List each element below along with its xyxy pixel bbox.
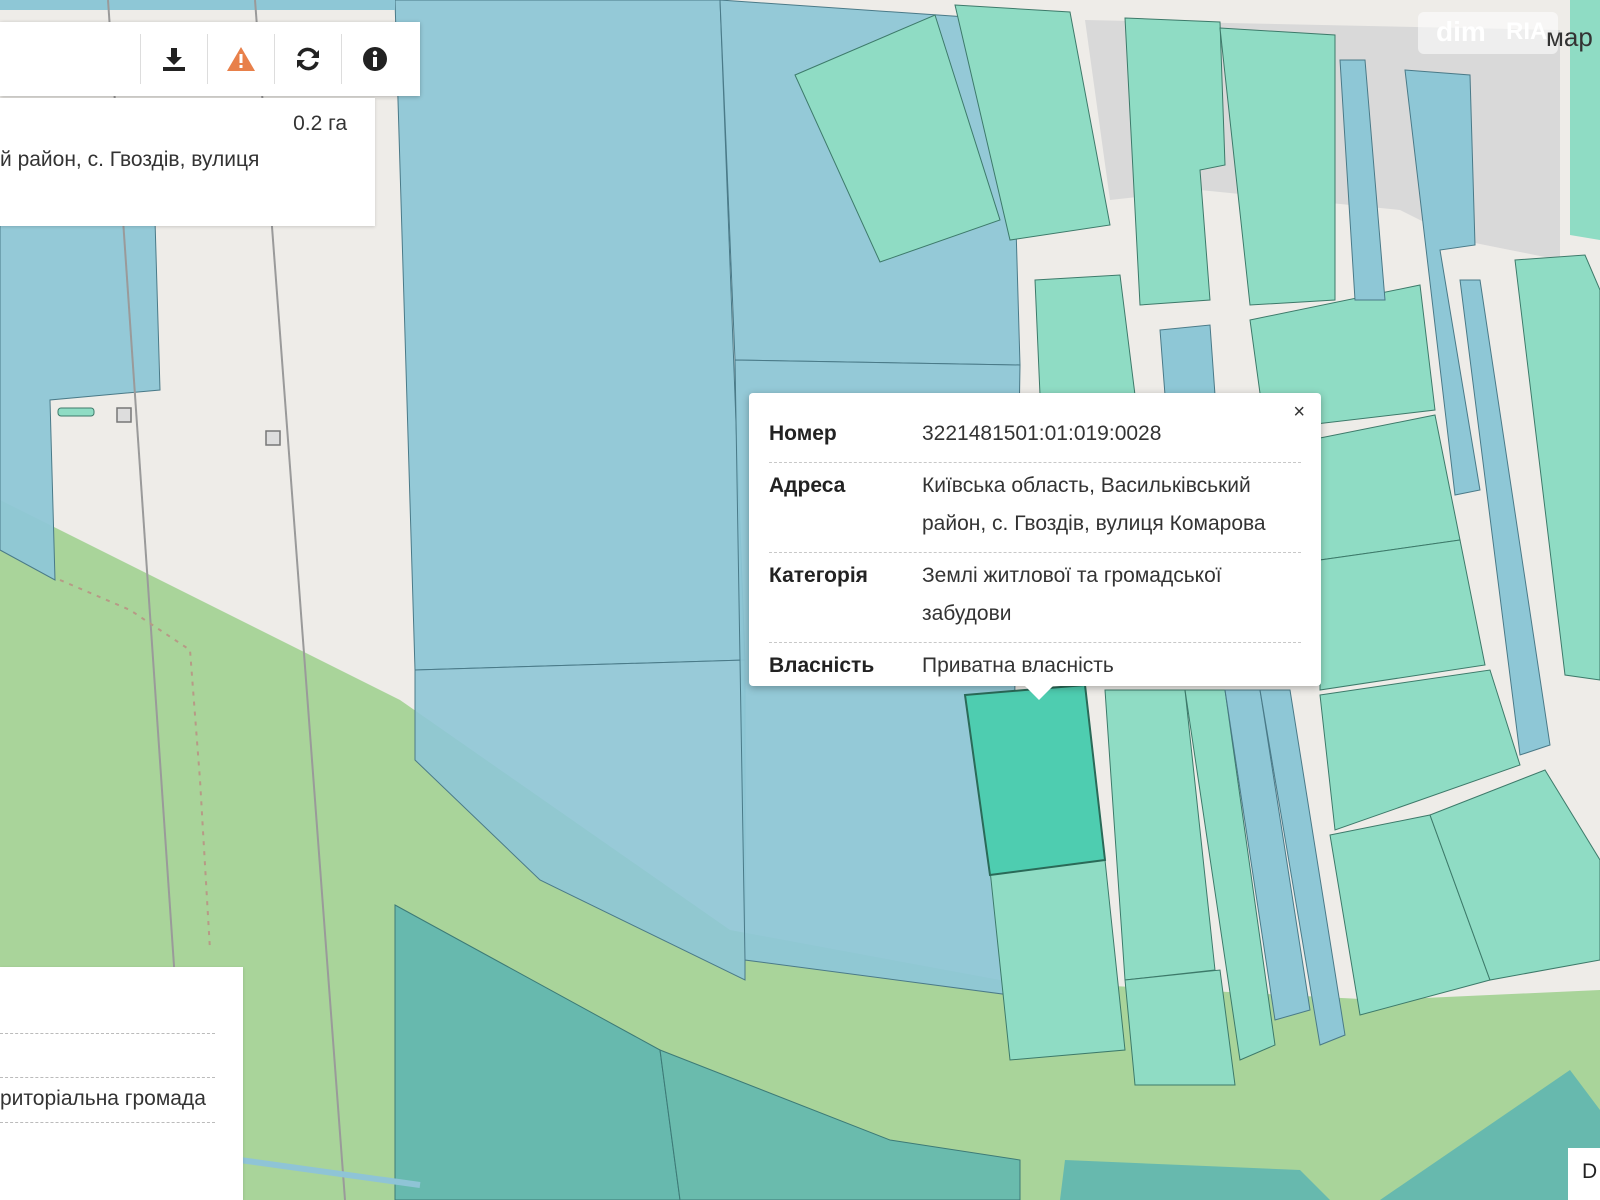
info-button[interactable] xyxy=(341,34,408,84)
popup-row-number: Номер 3221481501:01:019:0028 xyxy=(769,411,1301,463)
parcel-area: 0.2 га xyxy=(293,112,347,135)
refresh-icon xyxy=(297,47,319,71)
popup-key: Категорія xyxy=(769,564,868,587)
owner-fragment: риторіальна громада xyxy=(0,1087,206,1110)
popup-row-address: Адреса Київська область, Васильківський … xyxy=(769,463,1301,553)
parcel-info-panel: 0.2 га й район, с. Гвоздів, вулиця xyxy=(0,98,375,226)
watermark-logo: dim RIA xyxy=(1418,12,1558,54)
parcel-private[interactable] xyxy=(1124,969,1236,1086)
selected-parcel[interactable] xyxy=(963,683,1107,877)
parcel-state[interactable] xyxy=(0,0,395,10)
popup-value: Землі житлової та громадської забудови xyxy=(922,564,1222,625)
owner-info-panel: риторіальна громада xyxy=(0,967,243,1200)
close-icon[interactable]: × xyxy=(1293,401,1305,424)
parcel-private[interactable] xyxy=(1309,414,1461,561)
warning-icon xyxy=(227,47,255,71)
popup-key: Номер xyxy=(769,422,837,445)
popup-key: Адреса xyxy=(769,474,846,497)
small-parcel xyxy=(57,407,95,417)
parcel-popup: × Номер 3221481501:01:019:0028 Адреса Ки… xyxy=(749,393,1321,700)
parcel-private[interactable] xyxy=(989,859,1126,1061)
watermark-text: RIA xyxy=(1506,18,1548,45)
info-icon xyxy=(363,47,387,71)
parcel-state[interactable] xyxy=(394,0,746,671)
popup-value: Київська область, Васильківський район, … xyxy=(922,474,1266,535)
download-button[interactable] xyxy=(140,34,207,84)
popup-value: Приватна власність xyxy=(922,654,1114,677)
popup-row-category: Категорія Землі житлової та громадської … xyxy=(769,553,1301,643)
row-divider xyxy=(0,1077,215,1078)
bottom-bar xyxy=(0,1193,140,1200)
corner-label: D xyxy=(1568,1148,1600,1200)
popup-value: 3221481501:01:019:0028 xyxy=(922,422,1162,445)
row-divider xyxy=(0,1122,215,1123)
map-toolbar xyxy=(0,22,420,96)
pylon-marker xyxy=(265,430,281,446)
popup-key: Власність xyxy=(769,654,875,677)
parcel-state[interactable] xyxy=(1159,324,1216,396)
pylon-marker xyxy=(116,407,132,423)
parcel-private[interactable] xyxy=(1034,274,1136,396)
parcel-address-fragment: й район, с. Гвоздів, вулиця xyxy=(0,148,260,171)
watermark-text: dim xyxy=(1436,16,1486,47)
street-label: мар xyxy=(1546,22,1593,52)
parcel-private[interactable] xyxy=(1319,539,1486,691)
popup-row-ownership: Власність Приватна власність xyxy=(769,643,1301,694)
report-button[interactable] xyxy=(207,34,274,84)
refresh-button[interactable] xyxy=(274,34,341,84)
row-divider xyxy=(0,1033,215,1034)
download-icon xyxy=(163,48,185,71)
